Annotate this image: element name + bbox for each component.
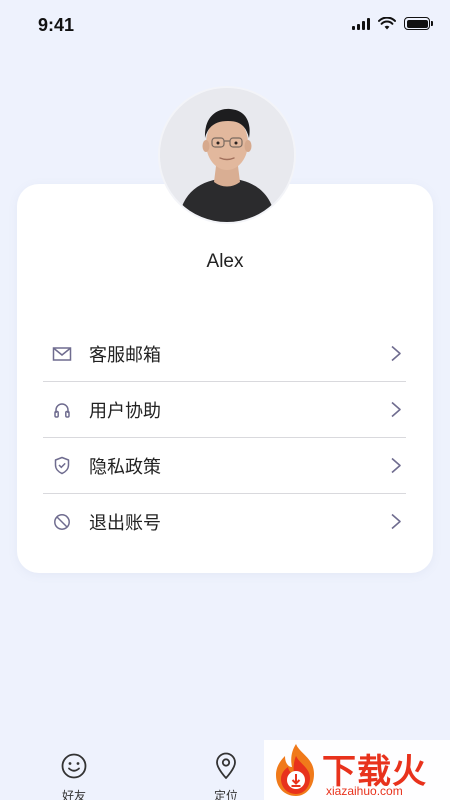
shield-check-icon bbox=[47, 456, 77, 475]
tab-location[interactable]: 定位 bbox=[191, 752, 261, 800]
watermark: 下载火 xiazaihuo.com bbox=[264, 740, 450, 800]
menu-item-logout[interactable]: 退出账号 bbox=[43, 494, 406, 550]
wifi-icon bbox=[378, 17, 396, 30]
menu-item-user-assistance[interactable]: 用户协助 bbox=[43, 382, 406, 438]
status-bar: 9:41 bbox=[0, 0, 450, 50]
avatar[interactable] bbox=[160, 88, 294, 222]
menu-item-customer-email[interactable]: 客服邮箱 bbox=[43, 326, 406, 382]
cellular-signal-icon bbox=[352, 17, 370, 30]
watermark-site: xiazaihuo.com bbox=[326, 784, 403, 798]
menu-item-label: 退出账号 bbox=[89, 513, 161, 534]
smile-icon bbox=[61, 753, 87, 779]
user-name: Alex bbox=[206, 251, 244, 272]
menu-item-label: 用户协助 bbox=[89, 400, 161, 422]
chevron-right-icon bbox=[390, 513, 402, 535]
chevron-right-icon bbox=[390, 401, 402, 423]
battery-icon bbox=[404, 17, 433, 30]
menu-item-privacy-policy[interactable]: 隐私政策 bbox=[43, 438, 406, 494]
mail-icon bbox=[47, 346, 77, 362]
menu-item-label: 隐私政策 bbox=[89, 456, 161, 478]
menu-item-label: 客服邮箱 bbox=[89, 344, 161, 366]
tab-label: 定位 bbox=[213, 789, 238, 800]
chevron-right-icon bbox=[390, 345, 402, 367]
location-pin-icon bbox=[216, 752, 236, 779]
flame-logo-icon bbox=[276, 744, 314, 796]
status-time: 9:41 bbox=[38, 15, 75, 35]
chevron-right-icon bbox=[390, 457, 402, 479]
block-icon bbox=[47, 513, 77, 531]
tab-label: 好友 bbox=[61, 789, 86, 800]
settings-menu: 客服邮箱 用户协助 隐私政策 退出账号 bbox=[43, 326, 406, 550]
status-icons bbox=[352, 17, 433, 30]
tab-friends[interactable]: 好友 bbox=[39, 752, 109, 800]
headphones-icon bbox=[47, 401, 77, 419]
